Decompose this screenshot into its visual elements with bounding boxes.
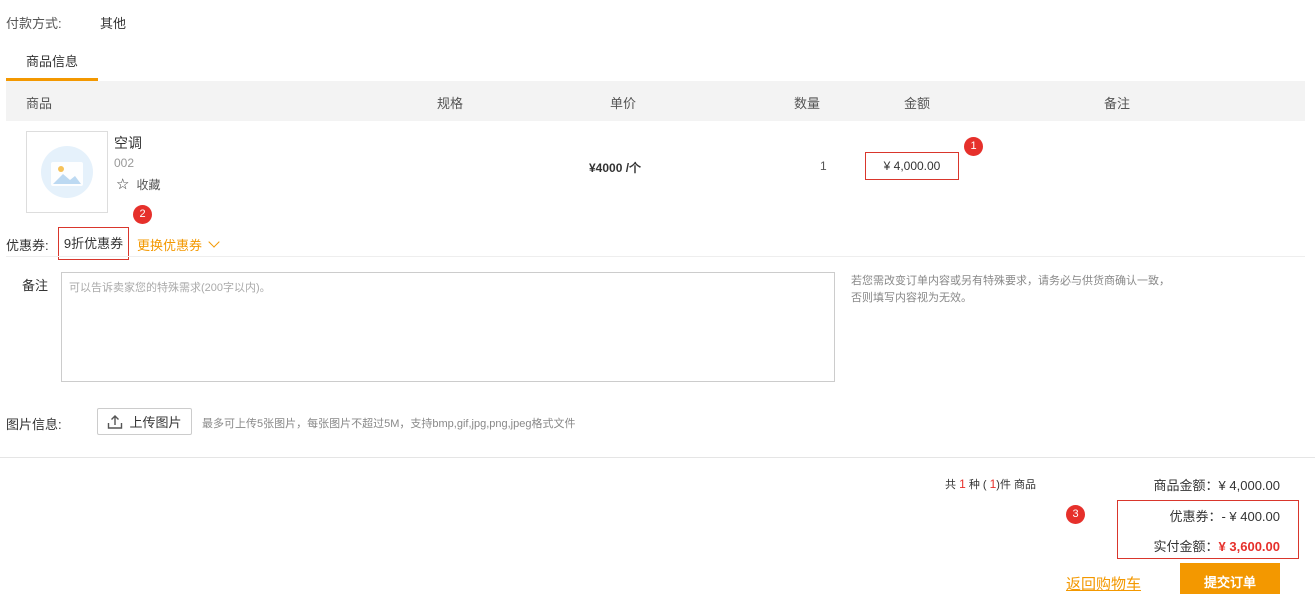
pieces-unit: )件 商品 xyxy=(996,479,1037,491)
count-prefix: 共 xyxy=(945,479,956,491)
upload-image-button[interactable]: 上传图片 xyxy=(97,408,192,435)
change-coupon-button[interactable]: 更换优惠券 xyxy=(137,235,220,254)
product-thumbnail[interactable] xyxy=(26,131,108,213)
remark-note: 若您需改变订单内容或另有特殊要求，请务必与供货商确认一致，否则填写内容视为无效。 xyxy=(851,275,1170,304)
upload-image-label: 上传图片 xyxy=(129,415,182,430)
coupon-discount-label: 优惠券： xyxy=(1169,509,1222,524)
header-spec: 规格 xyxy=(437,96,464,111)
back-to-cart-link[interactable]: 返回购物车 xyxy=(1066,573,1141,594)
header-unit-price: 单价 xyxy=(610,96,637,111)
upload-hint: 最多可上传5张图片，每张图片不超过5M，支持bmp,gif,jpg,png,jp… xyxy=(202,418,576,430)
pay-amount-value: ¥ 3,600.00 xyxy=(1218,539,1280,554)
divider xyxy=(6,256,1305,257)
payment-method-label: 付款方式: xyxy=(6,16,62,31)
remark-label: 备注 xyxy=(22,278,49,293)
upload-icon xyxy=(108,414,123,429)
star-icon: ☆ xyxy=(116,176,130,193)
annotation-badge-1: 1 xyxy=(964,137,983,156)
favorite-button[interactable]: ☆ 收藏 xyxy=(116,176,160,193)
payment-method-value: 其他 xyxy=(100,16,127,31)
coupon-discount-row: 优惠券：- ¥ 400.00 xyxy=(1169,506,1280,525)
chevron-down-icon xyxy=(208,236,220,248)
pay-amount-label: 实付金额： xyxy=(1153,539,1219,554)
table-header: 商品 规格 单价 数量 金额 备注 xyxy=(6,81,1305,121)
goods-amount-label: 商品金额： xyxy=(1153,478,1219,493)
image-placeholder-icon xyxy=(41,146,93,198)
coupon-discount-value: - ¥ 400.00 xyxy=(1221,509,1280,524)
header-remark: 备注 xyxy=(1104,96,1131,111)
tab-product-info[interactable]: 商品信息 xyxy=(6,45,98,81)
coupon-label: 优惠券: xyxy=(6,238,49,253)
quantity: 1 xyxy=(820,159,827,173)
item-amount: ¥ 4,000.00 xyxy=(865,152,959,180)
header-product: 商品 xyxy=(26,96,53,111)
product-code: 002 xyxy=(114,156,135,170)
change-coupon-label: 更换优惠券 xyxy=(137,238,203,253)
kinds-count: 1 xyxy=(959,477,966,491)
annotation-badge-2: 2 xyxy=(133,205,152,224)
item-count-summary: 共 1 种 ( 1)件 商品 xyxy=(945,476,1036,492)
header-quantity: 数量 xyxy=(794,96,821,111)
remark-textarea[interactable] xyxy=(61,272,835,382)
goods-amount-row: 商品金额：¥ 4,000.00 xyxy=(1154,475,1280,494)
kinds-unit: 种 ( xyxy=(968,479,987,491)
annotation-badge-3: 3 xyxy=(1066,505,1085,524)
image-info-label: 图片信息: xyxy=(6,417,62,432)
unit-price: ¥4000 /个 xyxy=(589,161,642,175)
submit-order-button[interactable]: 提交订单 xyxy=(1180,563,1280,594)
header-amount: 金额 xyxy=(904,96,931,111)
pay-amount-row: 实付金额：¥ 3,600.00 xyxy=(1154,536,1280,555)
product-name[interactable]: 空调 xyxy=(114,133,142,153)
favorite-label: 收藏 xyxy=(136,178,161,192)
goods-amount-value: ¥ 4,000.00 xyxy=(1218,478,1280,493)
divider xyxy=(0,457,1315,458)
